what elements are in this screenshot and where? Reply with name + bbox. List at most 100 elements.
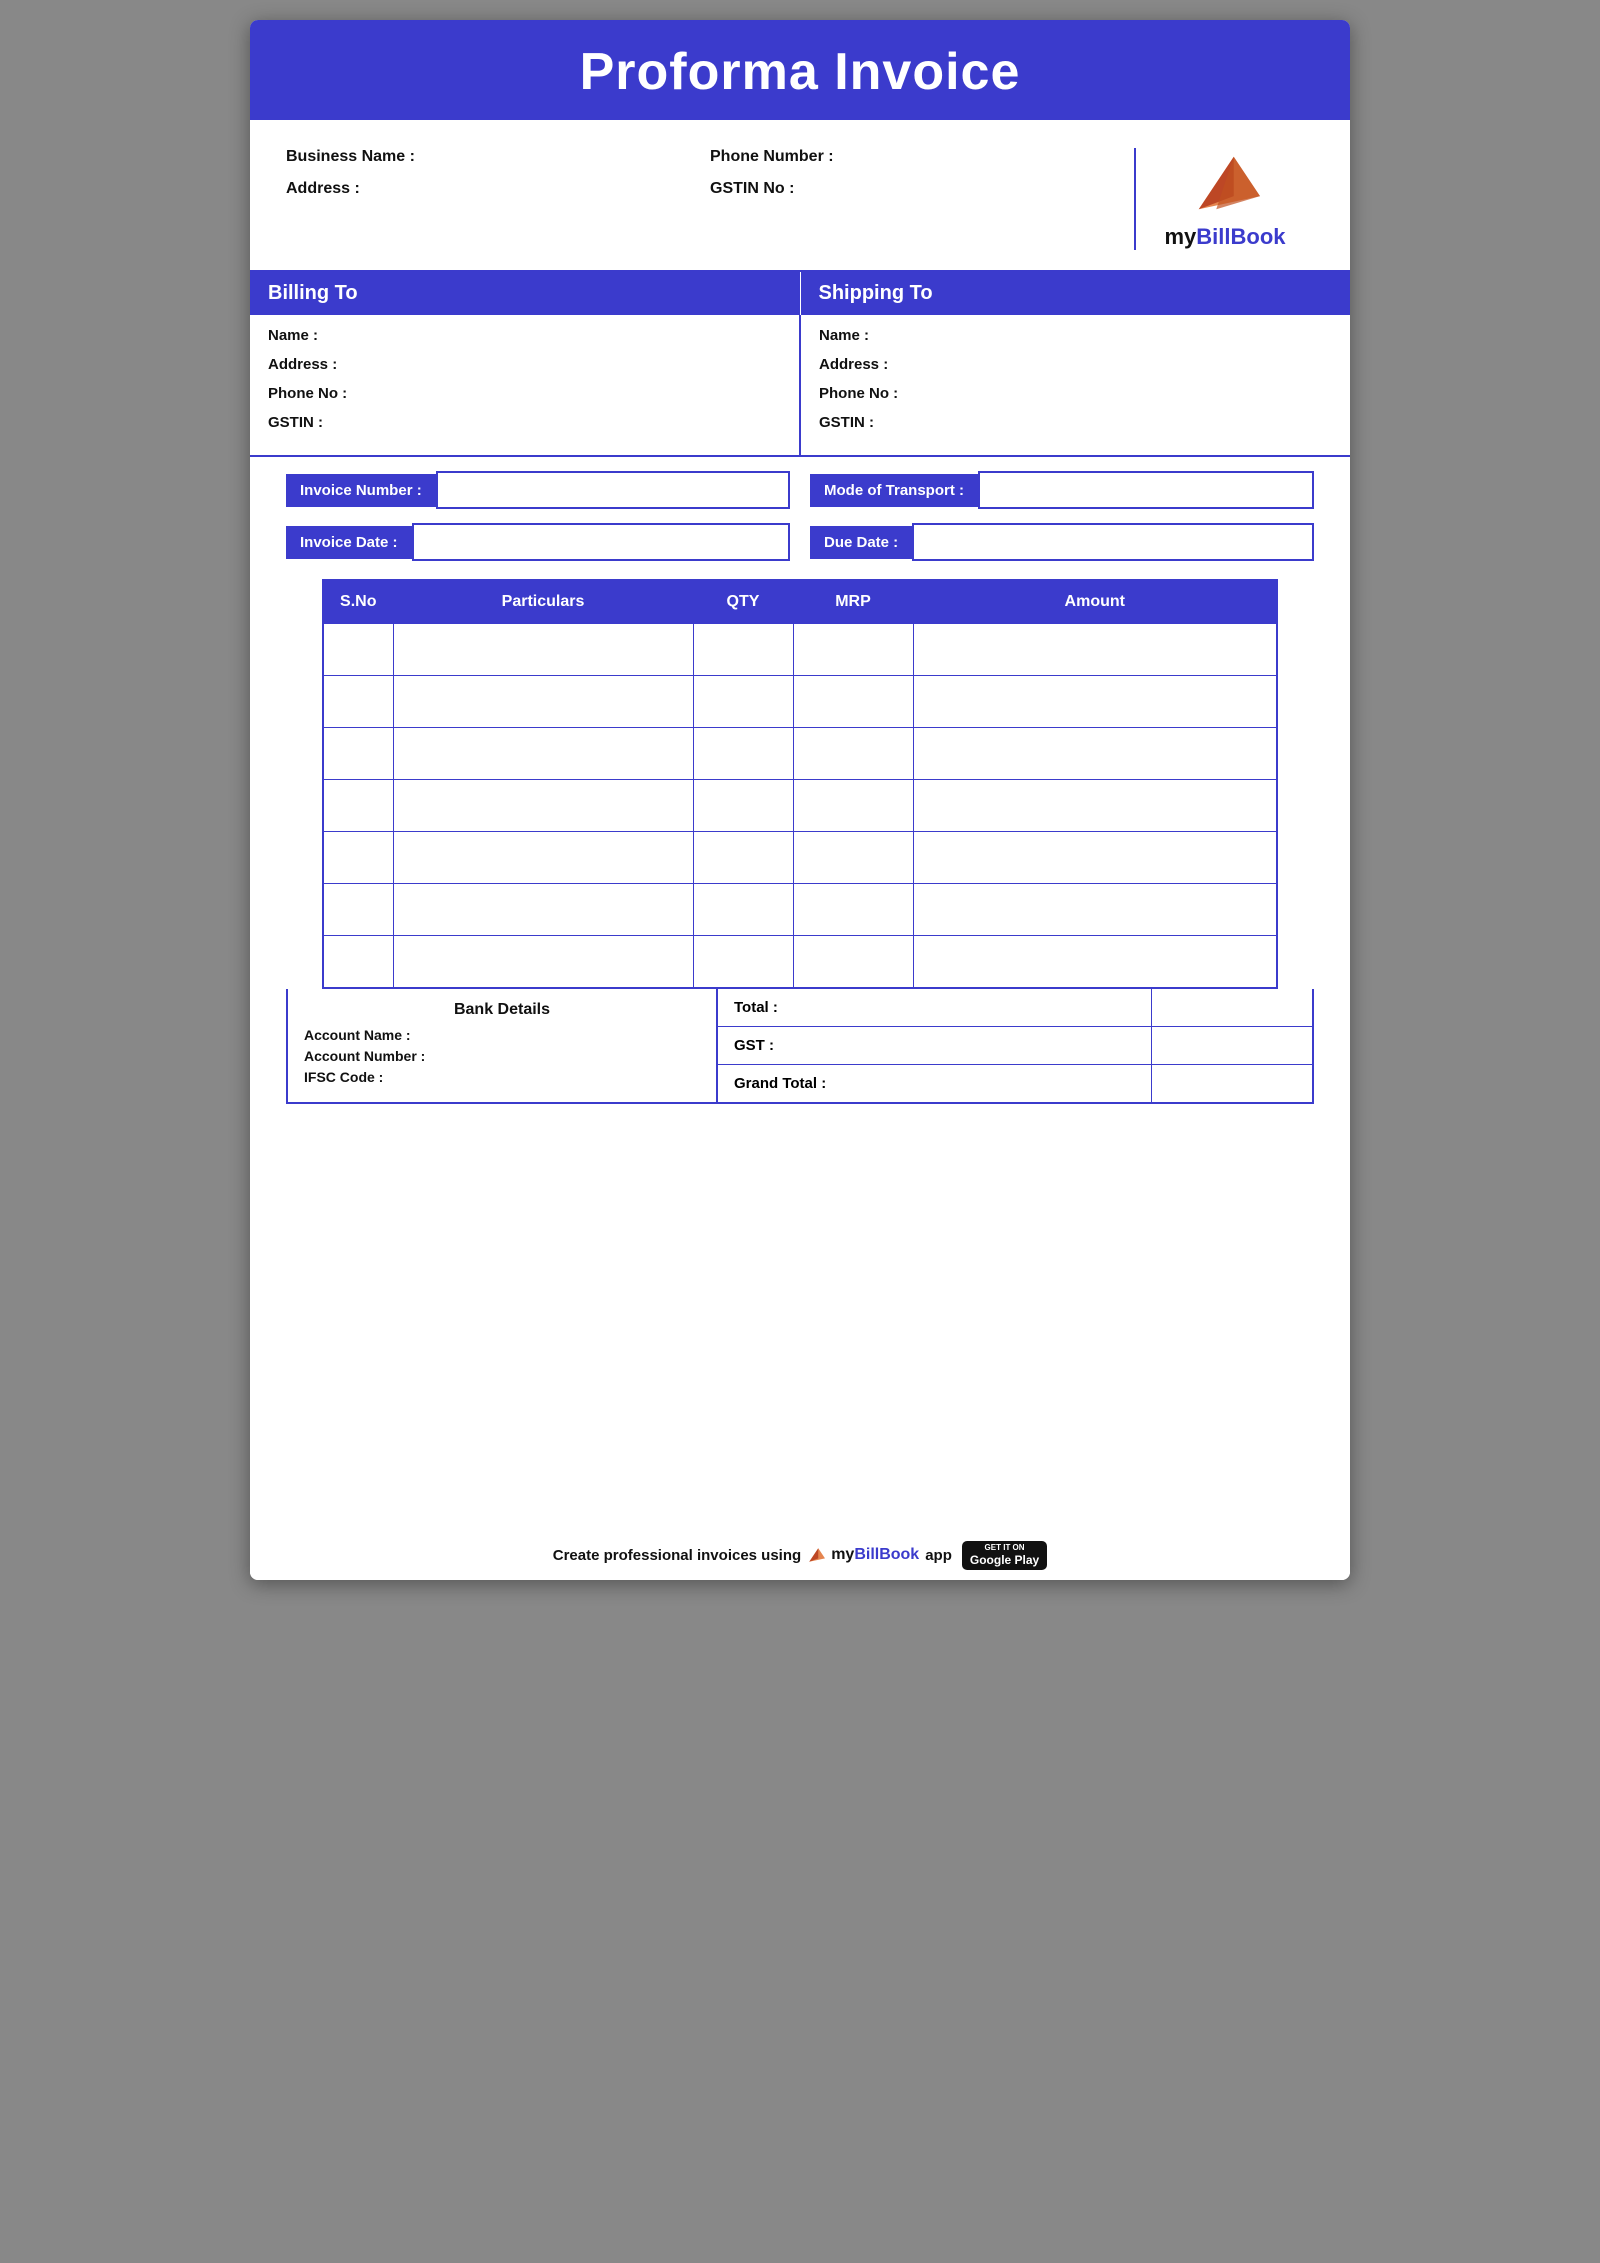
shipping-col: Name : Address : Phone No : GSTIN : bbox=[801, 315, 1350, 455]
mode-of-transport-field: Mode of Transport : bbox=[810, 471, 1314, 509]
business-name-label: Business Name : bbox=[286, 148, 710, 166]
table-cell-particulars bbox=[393, 676, 693, 728]
table-cell-particulars bbox=[393, 728, 693, 780]
table-cell-sno bbox=[323, 832, 393, 884]
table-cell-amount bbox=[913, 832, 1277, 884]
table-cell-qty bbox=[693, 676, 793, 728]
page-title: Proforma Invoice bbox=[250, 42, 1350, 102]
invoice-number-input[interactable] bbox=[436, 471, 790, 509]
table-row bbox=[323, 624, 1277, 676]
total-value bbox=[1152, 997, 1312, 1017]
billing-name-label: Name : bbox=[268, 327, 781, 344]
table-row bbox=[323, 676, 1277, 728]
invoice-number-row: Invoice Number : Mode of Transport : bbox=[250, 457, 1350, 523]
mode-of-transport-input[interactable] bbox=[978, 471, 1314, 509]
table-row bbox=[323, 936, 1277, 988]
billing-shipping-header: Billing To Shipping To bbox=[250, 272, 1350, 315]
col-header-particulars: Particulars bbox=[393, 580, 693, 624]
billing-address-label: Address : bbox=[268, 356, 781, 373]
due-date-field: Due Date : bbox=[810, 523, 1314, 561]
col-header-mrp: MRP bbox=[793, 580, 913, 624]
table-cell-mrp bbox=[793, 676, 913, 728]
badge-store-label: Google Play bbox=[970, 1553, 1039, 1567]
grand-total-row: Grand Total : bbox=[718, 1065, 1312, 1102]
invoice-date-field: Invoice Date : bbox=[286, 523, 790, 561]
invoice-date-input[interactable] bbox=[412, 523, 790, 561]
shipping-name-label: Name : bbox=[819, 327, 1332, 344]
table-cell-amount bbox=[913, 936, 1277, 988]
items-table-wrapper: S.No Particulars QTY MRP Amount bbox=[250, 579, 1350, 989]
footer-text: Create professional invoices using bbox=[553, 1547, 801, 1564]
table-cell-mrp bbox=[793, 884, 913, 936]
totals-col: Total : GST : Grand Total : bbox=[718, 989, 1312, 1102]
bank-details-col: Bank Details Account Name : Account Numb… bbox=[288, 989, 718, 1102]
table-cell-sno bbox=[323, 624, 393, 676]
table-cell-sno bbox=[323, 936, 393, 988]
table-cell-qty bbox=[693, 936, 793, 988]
footer-app-label: app bbox=[925, 1547, 952, 1564]
table-cell-particulars bbox=[393, 624, 693, 676]
business-address-label: Address : bbox=[286, 180, 710, 198]
table-cell-particulars bbox=[393, 936, 693, 988]
table-header-row: S.No Particulars QTY MRP Amount bbox=[323, 580, 1277, 624]
table-row bbox=[323, 832, 1277, 884]
total-row: Total : bbox=[718, 989, 1312, 1027]
shipping-address-label: Address : bbox=[819, 356, 1332, 373]
account-number-label: Account Number : bbox=[304, 1048, 700, 1064]
invoice-number-field: Invoice Number : bbox=[286, 471, 790, 509]
gst-value bbox=[1152, 1035, 1312, 1055]
table-cell-qty bbox=[693, 728, 793, 780]
mybillbook-logo-text: myBillBook bbox=[1164, 224, 1285, 250]
table-cell-amount bbox=[913, 676, 1277, 728]
table-cell-qty bbox=[693, 832, 793, 884]
table-cell-amount bbox=[913, 728, 1277, 780]
table-cell-qty bbox=[693, 884, 793, 936]
invoice-number-label: Invoice Number : bbox=[286, 474, 436, 507]
items-table: S.No Particulars QTY MRP Amount bbox=[322, 579, 1278, 989]
table-row bbox=[323, 884, 1277, 936]
mybillbook-logo-icon bbox=[1190, 148, 1260, 218]
table-cell-particulars bbox=[393, 832, 693, 884]
billing-to-label: Billing To bbox=[250, 272, 801, 315]
logo-section: myBillBook bbox=[1134, 148, 1314, 250]
invoice-page: Proforma Invoice Business Name : Address… bbox=[250, 20, 1350, 1580]
footer: Create professional invoices using myBil… bbox=[250, 1527, 1350, 1580]
table-cell-sno bbox=[323, 884, 393, 936]
invoice-date-label: Invoice Date : bbox=[286, 526, 412, 559]
table-cell-mrp bbox=[793, 728, 913, 780]
table-cell-qty bbox=[693, 780, 793, 832]
total-label: Total : bbox=[718, 989, 1152, 1026]
bottom-section: Bank Details Account Name : Account Numb… bbox=[286, 989, 1314, 1104]
footer-logo-text: myBillBook bbox=[831, 1546, 919, 1564]
table-cell-sno bbox=[323, 728, 393, 780]
billing-gstin-label: GSTIN : bbox=[268, 414, 781, 431]
table-cell-sno bbox=[323, 780, 393, 832]
bank-details-title: Bank Details bbox=[304, 1001, 700, 1019]
due-date-input[interactable] bbox=[912, 523, 1314, 561]
grand-total-value bbox=[1152, 1073, 1312, 1093]
business-section: Business Name : Address : Phone Number :… bbox=[250, 120, 1350, 272]
table-cell-mrp bbox=[793, 780, 913, 832]
table-cell-mrp bbox=[793, 936, 913, 988]
shipping-to-label: Shipping To bbox=[801, 272, 1351, 315]
business-left: Business Name : Address : bbox=[286, 148, 710, 250]
table-cell-sno bbox=[323, 676, 393, 728]
table-cell-mrp bbox=[793, 624, 913, 676]
table-row bbox=[323, 728, 1277, 780]
grand-total-label: Grand Total : bbox=[718, 1065, 1152, 1102]
shipping-phone-label: Phone No : bbox=[819, 385, 1332, 402]
mode-of-transport-label: Mode of Transport : bbox=[810, 474, 978, 507]
billing-phone-label: Phone No : bbox=[268, 385, 781, 402]
col-header-sno: S.No bbox=[323, 580, 393, 624]
badge-get-it-label: GET IT ON bbox=[970, 1544, 1039, 1552]
table-cell-amount bbox=[913, 780, 1277, 832]
table-cell-amount bbox=[913, 884, 1277, 936]
business-gstin-label: GSTIN No : bbox=[710, 180, 1134, 198]
business-phone-label: Phone Number : bbox=[710, 148, 1134, 166]
ifsc-label: IFSC Code : bbox=[304, 1069, 700, 1085]
col-header-amount: Amount bbox=[913, 580, 1277, 624]
google-play-badge[interactable]: GET IT ON Google Play bbox=[962, 1541, 1047, 1570]
table-cell-particulars bbox=[393, 884, 693, 936]
account-name-label: Account Name : bbox=[304, 1027, 700, 1043]
footer-logo-icon bbox=[807, 1546, 825, 1564]
